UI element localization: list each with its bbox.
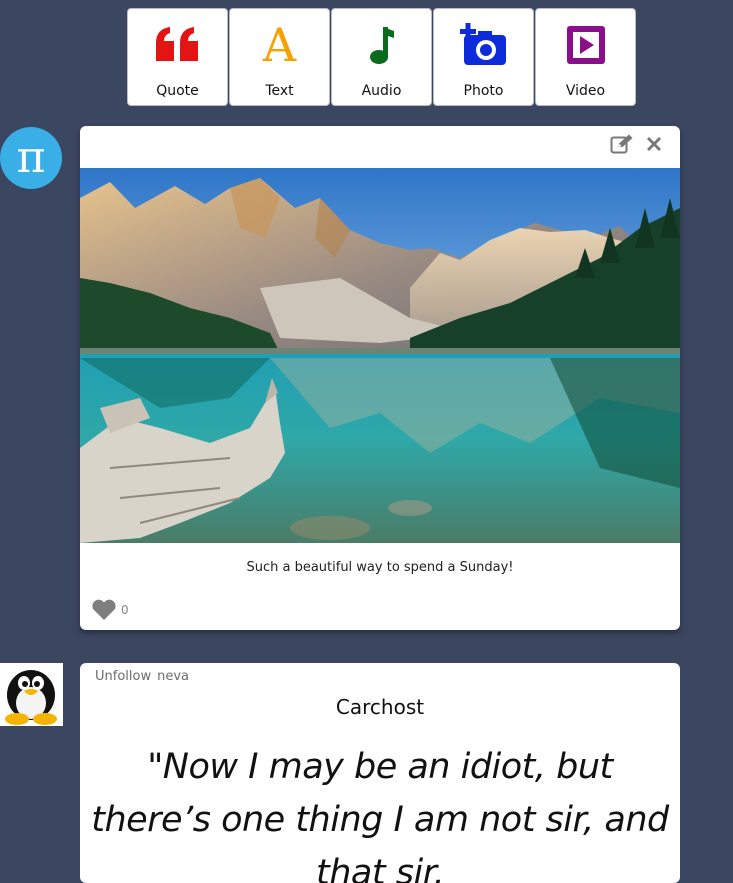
quote-post-card: Unfollow neva Carchost "Now I may be an … (80, 663, 680, 883)
like-button[interactable]: 0 (91, 599, 129, 621)
post-actions (610, 134, 668, 154)
audio-button[interactable]: Audio (331, 8, 432, 106)
penguin-icon (5, 670, 57, 725)
edit-icon[interactable] (610, 134, 634, 154)
video-button[interactable]: Video (535, 8, 636, 106)
username-link[interactable]: neva (157, 669, 189, 684)
music-note-icon (332, 21, 431, 69)
quote-text: "Now I may be an idiot, but there’s one … (91, 747, 669, 883)
video-label: Video (565, 83, 606, 99)
camera-plus-icon (434, 21, 533, 69)
audio-label: Audio (361, 83, 402, 99)
avatar[interactable]: π (0, 127, 62, 189)
quote-icon (128, 21, 227, 69)
like-count: 0 (121, 603, 129, 617)
quote-label: Quote (156, 83, 199, 99)
mountain-lake-photo (80, 168, 680, 543)
play-square-icon (536, 21, 635, 69)
close-icon[interactable] (644, 134, 668, 154)
quote-title: Carchost (335, 695, 425, 719)
text-label: Text (265, 83, 294, 99)
quote-button[interactable]: Quote (127, 8, 228, 106)
post-type-toolbar: Quote A Text Audio Photo Video (127, 8, 637, 106)
photo-caption: Such a beautiful way to spend a Sunday! (246, 560, 514, 575)
text-button[interactable]: A Text (229, 8, 330, 106)
follow-row: Unfollow neva (95, 669, 189, 684)
heart-icon (92, 599, 116, 620)
unfollow-link[interactable]: Unfollow (95, 669, 151, 684)
photo-button[interactable]: Photo (433, 8, 534, 106)
penguin-avatar[interactable] (0, 663, 63, 726)
photo-post-card: Such a beautiful way to spend a Sunday! … (80, 126, 680, 630)
photo-label: Photo (463, 83, 504, 99)
text-a-icon: A (262, 18, 297, 72)
